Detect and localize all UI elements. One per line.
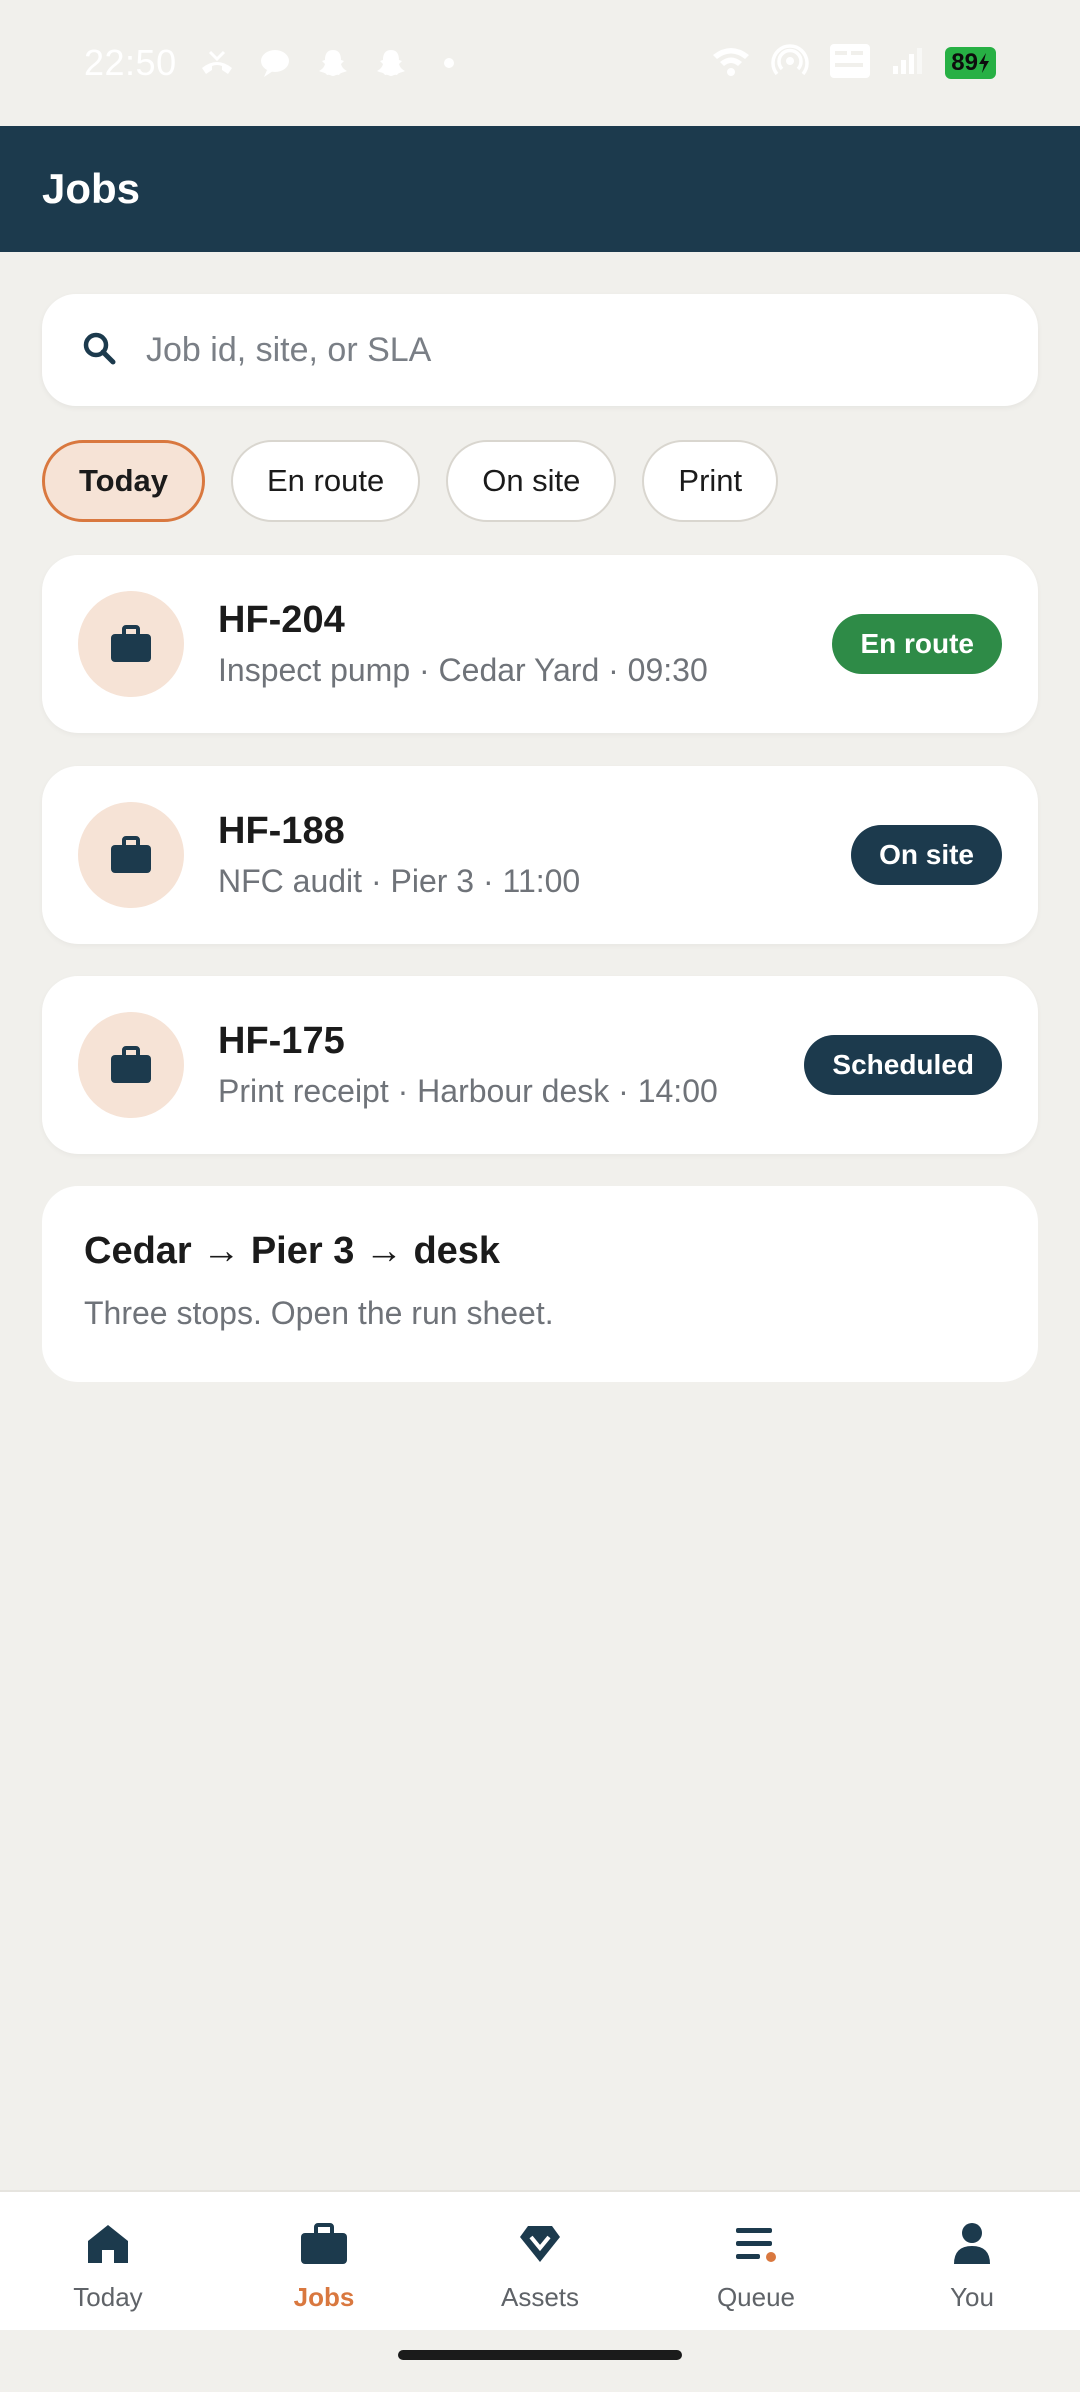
job-avatar	[78, 591, 184, 697]
chip-today[interactable]: Today	[42, 440, 205, 522]
nav-item-assets[interactable]: Assets	[432, 2192, 648, 2330]
nav-label: Jobs	[293, 2282, 355, 2312]
chat-bubble-icon	[257, 45, 293, 81]
job-card-hf-188[interactable]: HF-188 NFC audit · Pier 3 · 11:00 On sit…	[42, 766, 1038, 944]
wifi-icon	[711, 45, 751, 82]
chip-print[interactable]: Print	[642, 440, 779, 522]
status-bar: 22:50 89	[0, 0, 1080, 126]
chip-on-site[interactable]: On site	[446, 440, 617, 522]
snapchat-icon	[315, 45, 351, 81]
queue-icon	[730, 2218, 782, 2270]
charging-icon	[979, 53, 989, 73]
nav-item-jobs[interactable]: Jobs	[216, 2192, 432, 2330]
nav-label: Queue	[716, 2282, 796, 2312]
route-card[interactable]: Cedar → Pier 3 → desk Three stops. Open …	[42, 1186, 1038, 1382]
hotspot-icon	[771, 43, 809, 84]
job-details: Inspect pump · Cedar Yard · 09:30	[218, 652, 708, 688]
home-indicator[interactable]	[398, 2350, 682, 2360]
status-badge: En route	[832, 614, 1002, 674]
status-badge: Scheduled	[804, 1035, 1002, 1095]
battery-indicator: 89	[945, 47, 996, 79]
vowifi-icon	[829, 43, 871, 84]
search-bar[interactable]	[42, 294, 1038, 406]
briefcase-icon	[111, 1046, 151, 1083]
app-bar: Jobs	[0, 126, 1080, 252]
job-id: HF-175	[218, 1020, 345, 1062]
search-icon	[82, 331, 116, 370]
job-avatar	[78, 802, 184, 908]
jobs-screen: 22:50 89 Jobs Job id, site, or SLA Today…	[0, 0, 1080, 2392]
job-details: NFC audit · Pier 3 · 11:00	[218, 863, 581, 899]
battery-level: 89	[951, 49, 978, 76]
nav-label: Assets	[500, 2282, 580, 2312]
briefcase-icon	[111, 836, 151, 873]
nav-item-queue[interactable]: Queue	[648, 2192, 864, 2330]
nav-item-today[interactable]: Today	[0, 2192, 216, 2330]
job-id: HF-188	[218, 810, 345, 852]
briefcase-icon	[298, 2218, 350, 2270]
job-card-hf-204[interactable]: HF-204 Inspect pump · Cedar Yard · 09:30…	[42, 555, 1038, 733]
page-title: Jobs	[42, 165, 141, 212]
nav-label: Today	[73, 2282, 143, 2312]
job-details: Print receipt · Harbour desk · 14:00	[218, 1073, 718, 1109]
job-card-hf-175[interactable]: HF-175 Print receipt · Harbour desk · 14…	[42, 976, 1038, 1154]
filter-chips: Today En route On site Print	[42, 440, 779, 522]
home-icon	[82, 2218, 134, 2270]
job-id: HF-204	[218, 599, 345, 641]
missed-call-icon	[199, 45, 235, 81]
nav-item-you[interactable]: You	[864, 2192, 1080, 2330]
route-subtitle: Three stops. Open the run sheet.	[84, 1295, 554, 1331]
status-time: 22:50	[84, 42, 177, 83]
signal-icon	[891, 46, 925, 81]
more-notifications-dot-icon	[431, 45, 467, 81]
snapchat-icon-2	[373, 45, 409, 81]
status-badge: On site	[851, 825, 1002, 885]
briefcase-icon	[111, 625, 151, 662]
bottom-nav: Today Jobs Assets Queue You	[0, 2190, 1080, 2330]
search-input[interactable]	[146, 330, 966, 370]
chip-en-route[interactable]: En route	[231, 440, 421, 522]
route-title: Cedar → Pier 3 → desk	[84, 1230, 501, 1272]
person-icon	[946, 2218, 998, 2270]
job-avatar	[78, 1012, 184, 1118]
diamond-icon	[514, 2218, 566, 2270]
nav-label: You	[950, 2282, 994, 2312]
